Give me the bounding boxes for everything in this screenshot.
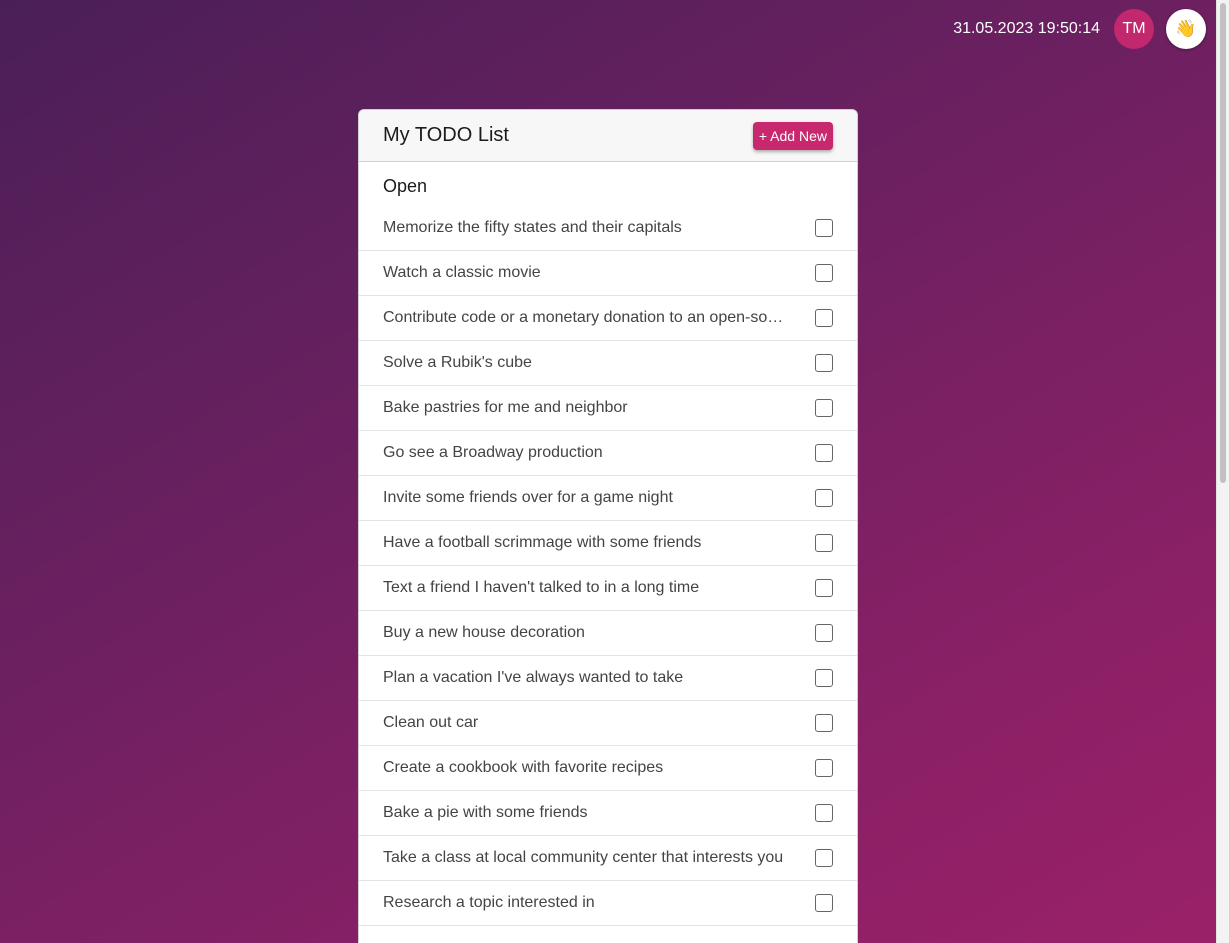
todo-item[interactable]: Plan a vacation I've always wanted to ta… [359,656,857,701]
todo-item-text: Plan a vacation I've always wanted to ta… [383,669,684,686]
todo-item-checkbox[interactable] [815,804,833,822]
todo-item-text: Go see a Broadway production [383,444,603,461]
scrollbar-thumb[interactable] [1220,3,1226,483]
todo-item[interactable]: Go see a Broadway production [359,431,857,476]
todo-item-text: Create a cookbook with favorite recipes [383,759,664,776]
todo-item-checkbox[interactable] [815,894,833,912]
todo-item-text: Clean out car [383,714,479,731]
todo-item-text: Solve a Rubik's cube [383,354,532,371]
todo-item-text: Contribute code or a monetary donation t… [383,309,784,326]
todo-list-title: My TODO List [383,124,509,146]
todo-item-text: Watch a classic movie [383,264,541,281]
todo-item[interactable]: Bake pastries for me and neighbor [359,386,857,431]
top-bar: 31.05.2023 19:50:14 TM 👋 [953,9,1206,49]
todo-item-checkbox[interactable] [815,219,833,237]
open-section-title: Open [383,176,428,196]
todo-item-checkbox[interactable] [815,714,833,732]
todo-item[interactable]: Solve a Rubik's cube [359,341,857,386]
todo-item[interactable]: Have a football scrimmage with some frie… [359,521,857,566]
todo-item-checkbox[interactable] [815,309,833,327]
todo-item[interactable]: Clean out car [359,701,857,746]
todo-item-checkbox[interactable] [815,264,833,282]
todo-card: My TODO List + Add New Open Memorize the… [358,109,858,943]
todo-item-checkbox[interactable] [815,399,833,417]
todo-item-checkbox[interactable] [815,534,833,552]
todo-item-text: Invite some friends over for a game nigh… [383,489,673,506]
todo-item[interactable]: Research a topic interested in [359,881,857,926]
todo-item-text: Text a friend I haven't talked to in a l… [383,579,700,596]
add-new-button[interactable]: + Add New [752,121,833,150]
todo-list: Memorize the fifty states and their capi… [359,206,857,926]
todo-card-header: My TODO List + Add New [359,110,857,162]
todo-item-checkbox[interactable] [815,579,833,597]
todo-item-text: Memorize the fifty states and their capi… [383,219,682,236]
page-scrollbar[interactable] [1216,0,1229,943]
todo-item-checkbox[interactable] [815,489,833,507]
todo-item-checkbox[interactable] [815,669,833,687]
todo-item[interactable]: Create a cookbook with favorite recipes [359,746,857,791]
todo-item[interactable]: Watch a classic movie [359,251,857,296]
todo-item-text: Bake pastries for me and neighbor [383,399,628,416]
user-avatar[interactable]: TM [1114,9,1154,49]
todo-item[interactable]: Contribute code or a monetary donation t… [359,296,857,341]
todo-item[interactable]: Text a friend I haven't talked to in a l… [359,566,857,611]
todo-item-checkbox[interactable] [815,444,833,462]
wave-button[interactable]: 👋 [1166,9,1206,49]
todo-item-text: Take a class at local community center t… [383,849,784,866]
todo-item[interactable]: Memorize the fifty states and their capi… [359,206,857,251]
todo-item[interactable]: Take a class at local community center t… [359,836,857,881]
todo-item[interactable]: Invite some friends over for a game nigh… [359,476,857,521]
todo-item-checkbox[interactable] [815,354,833,372]
todo-item-text: Bake a pie with some friends [383,804,588,821]
todo-item-text: Have a football scrimmage with some frie… [383,534,702,551]
todo-item[interactable]: Bake a pie with some friends [359,791,857,836]
todo-item-text: Buy a new house decoration [383,624,585,641]
datetime-display: 31.05.2023 19:50:14 [953,20,1100,37]
todo-item-text: Research a topic interested in [383,894,595,911]
todo-item-checkbox[interactable] [815,624,833,642]
todo-item-checkbox[interactable] [815,759,833,777]
waving-hand-icon: 👋 [1175,19,1197,39]
todo-item[interactable]: Buy a new house decoration [359,611,857,656]
todo-item-checkbox[interactable] [815,849,833,867]
